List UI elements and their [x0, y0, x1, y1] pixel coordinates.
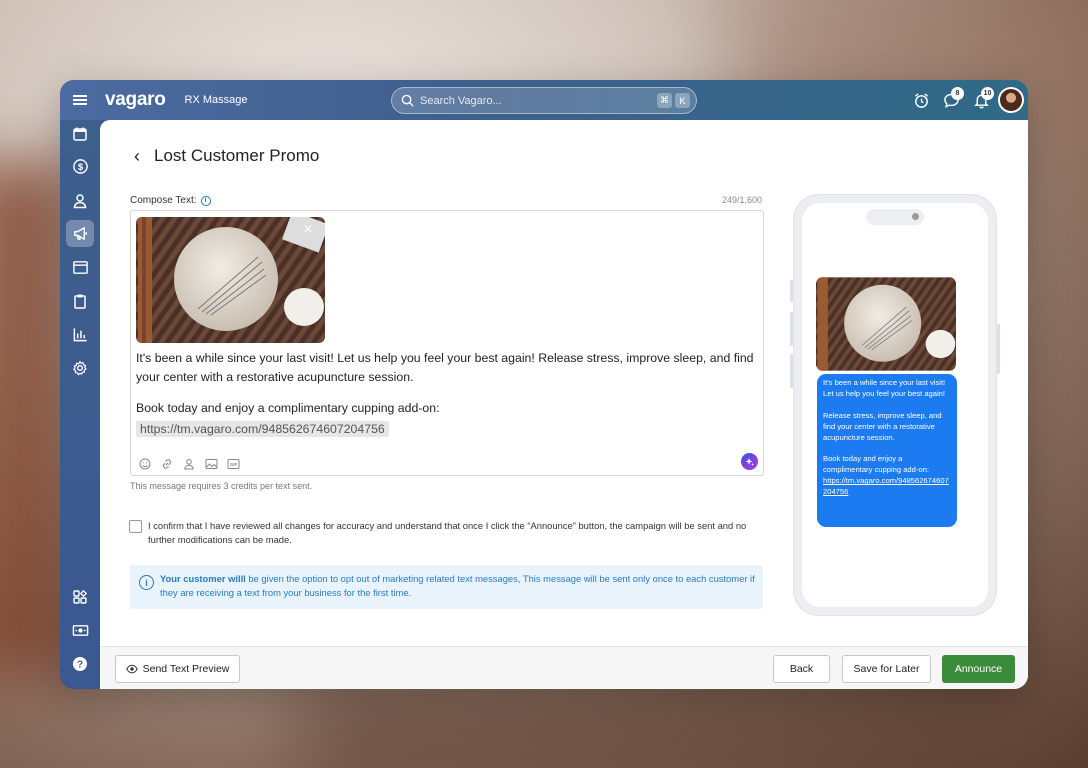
- preview-link[interactable]: https://tm.vagaro.com/948562674607204756: [823, 476, 949, 496]
- bar-chart-icon: [73, 328, 87, 342]
- character-counter: 249/1,600: [721, 195, 762, 205]
- info-icon[interactable]: i: [200, 195, 211, 206]
- gif-icon: GIF: [227, 459, 239, 469]
- message-body: It's been a while since your last visit!…: [136, 351, 754, 384]
- preview-line-2: Release stress, improve sleep, and find …: [823, 410, 942, 442]
- menu-icon[interactable]: [60, 93, 100, 107]
- shortcut-cmd: ⌘: [657, 93, 672, 108]
- sidebar-item-forms[interactable]: [66, 287, 94, 314]
- sidebar-item-help[interactable]: ?: [66, 650, 94, 677]
- ai-assist-button[interactable]: [741, 453, 758, 470]
- search-bar[interactable]: ⌘ K: [391, 87, 697, 114]
- sidebar-item-apps[interactable]: [66, 583, 94, 610]
- sidebar: $ ?: [60, 120, 100, 689]
- compose-label-text: Compose Text:: [130, 195, 197, 206]
- sidebar-item-calendar[interactable]: [66, 120, 94, 147]
- notice-bold: Your customer willl: [160, 573, 246, 584]
- user-avatar[interactable]: [998, 87, 1024, 113]
- phone-notch: [866, 209, 924, 225]
- gif-button[interactable]: GIF: [225, 457, 241, 471]
- vagaro-logo[interactable]: vagaro: [105, 89, 166, 111]
- preview-message-bubble: It's been a while since your last visit!…: [817, 374, 957, 527]
- link-icon: [163, 459, 171, 469]
- sparkle-icon: [745, 457, 754, 466]
- confirm-text: I confirm that I have reviewed all chang…: [148, 520, 747, 545]
- preview-image: [816, 277, 956, 371]
- apps-grid-icon: [73, 589, 88, 604]
- compose-label: Compose Text: i: [130, 195, 211, 206]
- gear-icon: [73, 360, 87, 375]
- preview-line-3: Book today and enjoy a complimentary cup…: [823, 454, 929, 475]
- phone-button: [790, 312, 793, 346]
- search-input[interactable]: [420, 94, 654, 107]
- person-icon: [184, 459, 194, 470]
- sidebar-item-payments[interactable]: $: [66, 153, 94, 180]
- clipboard-icon: [74, 294, 86, 309]
- shortcut-k: K: [675, 93, 690, 108]
- confirm-row: I confirm that I have reviewed all chang…: [129, 519, 769, 547]
- alarm-clock-icon: [914, 92, 928, 108]
- dollar-circle-icon: $: [72, 159, 88, 174]
- megaphone-icon: [73, 227, 87, 240]
- image-button[interactable]: [203, 457, 219, 471]
- messages-button[interactable]: 8: [936, 86, 966, 114]
- svg-text:GIF: GIF: [229, 462, 237, 467]
- confirm-checkbox[interactable]: [129, 520, 142, 533]
- back-arrow-icon[interactable]: ‹: [134, 147, 140, 165]
- browser-window-icon: [72, 261, 88, 274]
- main-content: ‹ Lost Customer Promo Compose Text: i 24…: [100, 120, 1028, 689]
- help-circle-icon: ?: [73, 656, 87, 671]
- compose-text-editor[interactable]: ✕ It's been a while since your last visi…: [130, 210, 764, 476]
- business-name: RX Massage: [184, 94, 248, 106]
- send-text-preview-label: Send Text Preview: [142, 663, 230, 675]
- alarm-button[interactable]: [906, 86, 936, 114]
- personalize-button[interactable]: [181, 457, 197, 471]
- link-button[interactable]: [159, 457, 175, 471]
- remove-image-icon[interactable]: ✕: [303, 222, 313, 236]
- svg-text:$: $: [77, 162, 83, 173]
- calendar-icon: [73, 127, 87, 141]
- cash-icon: [72, 625, 88, 636]
- top-bar: vagaro RX Massage ⌘ K 8 10: [60, 80, 1028, 120]
- notifications-button[interactable]: 10: [966, 86, 996, 114]
- eye-icon: [125, 664, 138, 674]
- svg-text:?: ?: [77, 659, 83, 670]
- notice-body: be given the option to opt out of market…: [160, 573, 755, 598]
- footer-bar: Send Text Preview Back Save for Later An…: [100, 646, 1028, 689]
- page-title: Lost Customer Promo: [154, 146, 320, 165]
- person-icon: [73, 193, 87, 208]
- sidebar-item-marketing[interactable]: [66, 220, 94, 247]
- notice-text: Your customer willl be given the option …: [160, 572, 756, 600]
- back-button[interactable]: Back: [773, 655, 830, 683]
- phone-button: [790, 354, 793, 388]
- app-window: vagaro RX Massage ⌘ K 8 10: [60, 80, 1028, 689]
- phone-button: [997, 324, 1000, 374]
- emoji-button[interactable]: [137, 457, 153, 471]
- send-text-preview-button[interactable]: Send Text Preview: [115, 655, 240, 683]
- phone-preview: It's been a while since your last visit!…: [790, 194, 1000, 616]
- messages-badge: 8: [951, 87, 964, 100]
- sidebar-item-reports[interactable]: [66, 321, 94, 348]
- sidebar-item-settings[interactable]: [66, 354, 94, 381]
- emoji-icon: [139, 458, 151, 470]
- preview-line-1: It's been a while since your last visit!…: [823, 378, 946, 398]
- image-icon: [205, 459, 217, 469]
- announce-button[interactable]: Announce: [942, 655, 1015, 683]
- sidebar-item-online[interactable]: [66, 254, 94, 281]
- message-link[interactable]: https://tm.vagaro.com/948562674607204756: [136, 421, 389, 437]
- info-icon: i: [139, 575, 154, 590]
- notifications-badge: 10: [981, 87, 994, 100]
- opt-out-notice: i Your customer willl be given the optio…: [130, 565, 763, 609]
- search-icon: [401, 94, 414, 107]
- phone-button: [790, 280, 793, 302]
- save-for-later-button[interactable]: Save for Later: [842, 655, 931, 683]
- sidebar-item-customers[interactable]: [66, 187, 94, 214]
- message-cta: Book today and enjoy a complimentary cup…: [136, 401, 440, 415]
- sidebar-item-money[interactable]: [66, 617, 94, 644]
- phone-screen: It's been a while since your last visit!…: [802, 203, 988, 607]
- credit-note: This message requires 3 credits per text…: [130, 481, 313, 491]
- attached-image: [136, 217, 325, 343]
